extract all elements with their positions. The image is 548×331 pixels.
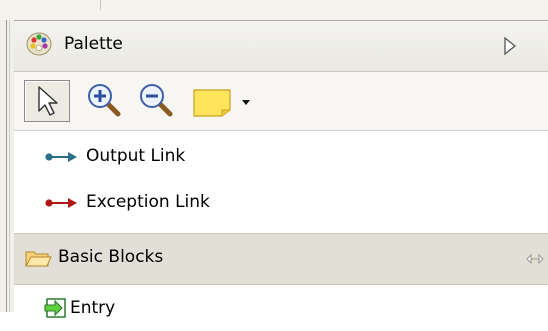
- exception-link-item[interactable]: Exception Link: [14, 181, 548, 225]
- palette-title: Palette: [64, 34, 123, 54]
- editor-top-strip: [0, 0, 548, 20]
- palette-toolbar: [14, 72, 548, 131]
- note-tool-button[interactable]: [188, 80, 236, 120]
- exception-link-icon: [45, 198, 77, 208]
- select-tool-button[interactable]: [24, 80, 70, 122]
- pin-icon[interactable]: [526, 252, 544, 266]
- triangle-right-icon[interactable]: [500, 33, 520, 59]
- zoom-in-button[interactable]: [84, 80, 124, 120]
- exception-link-label: Exception Link: [86, 192, 210, 212]
- output-link-item[interactable]: Output Link: [14, 135, 548, 179]
- basic-blocks-drawer[interactable]: Basic Blocks: [14, 233, 548, 285]
- output-link-icon: [45, 152, 77, 162]
- palette-header[interactable]: Palette: [14, 21, 548, 72]
- drawer-label: Basic Blocks: [58, 247, 164, 267]
- palette-icon: [26, 32, 52, 56]
- entry-block-icon: [44, 298, 66, 318]
- zoom-out-button[interactable]: [136, 80, 176, 120]
- zoom-in-icon: [88, 84, 121, 117]
- divider: [6, 20, 7, 312]
- note-dropdown-button[interactable]: [238, 80, 254, 120]
- sash[interactable]: [0, 20, 14, 312]
- palette-panel: Palette Output Link Exception Link Basic…: [14, 20, 548, 318]
- divider: [100, 0, 101, 10]
- output-link-label: Output Link: [86, 146, 186, 166]
- entry-block-item[interactable]: Entry: [14, 287, 548, 331]
- entry-label: Entry: [70, 298, 116, 318]
- folder-open-icon: [25, 251, 52, 267]
- arrow-cursor-icon: [38, 86, 58, 116]
- zoom-out-icon: [140, 84, 173, 117]
- note-icon: [193, 89, 231, 117]
- divider: [9, 20, 10, 312]
- dropdown-arrow-icon: [242, 100, 250, 105]
